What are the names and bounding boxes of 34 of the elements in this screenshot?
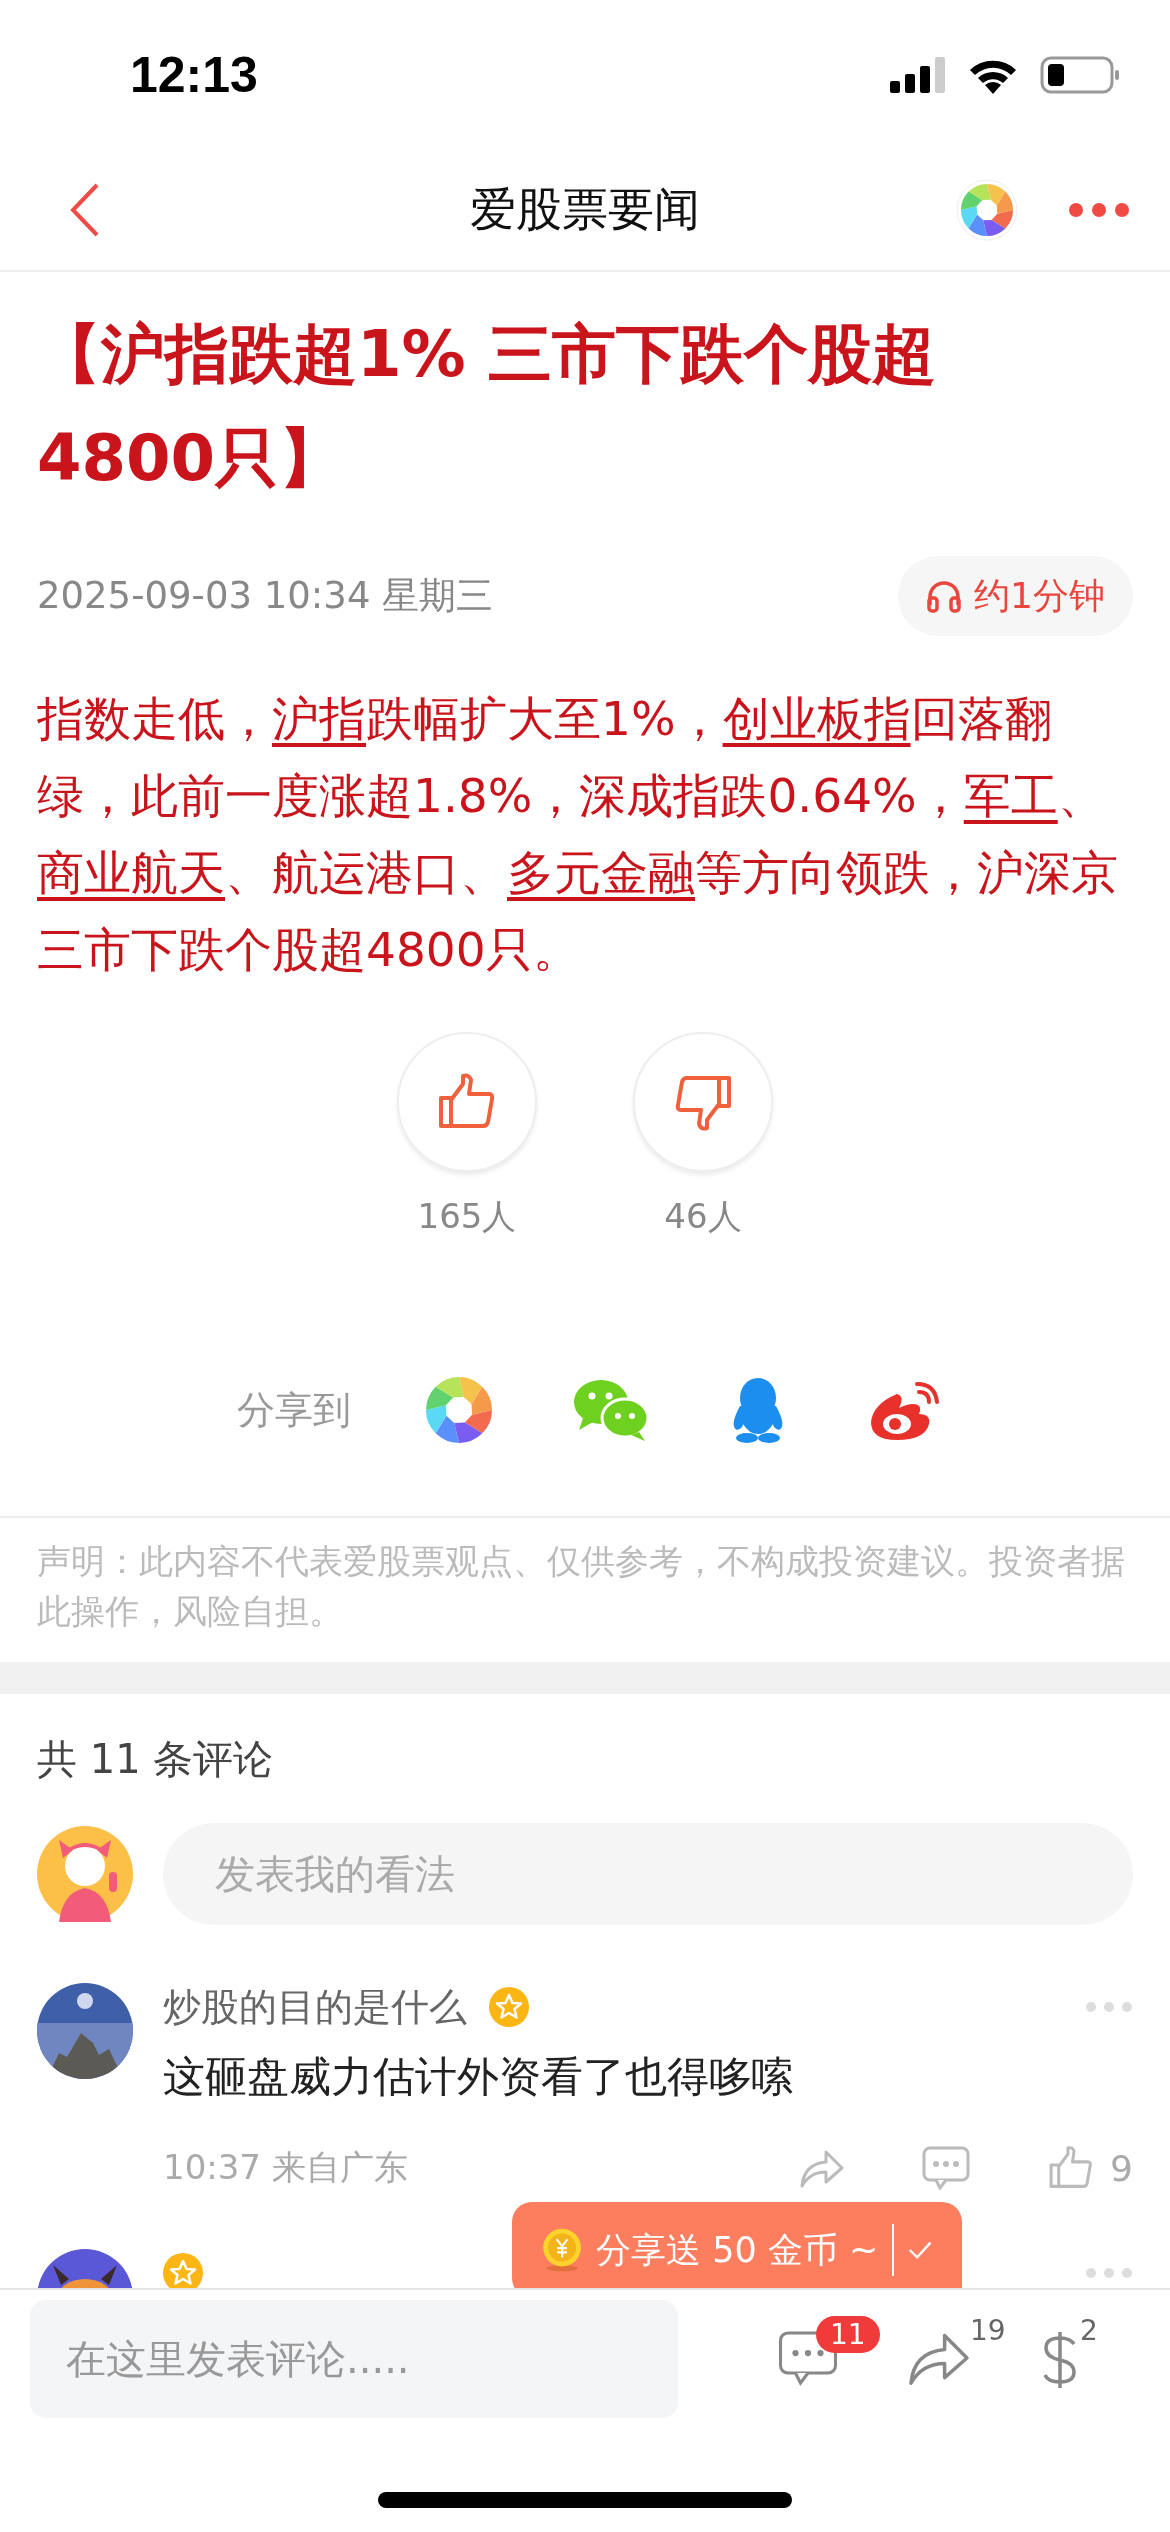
tooltip-text: 分享送 50 金币 ~ <box>596 2228 879 2272</box>
share-arrow-icon[interactable] <box>800 2148 845 2188</box>
headphones-icon <box>926 579 963 613</box>
topic-link[interactable]: 创业板指 <box>722 691 911 746</box>
topic-link[interactable]: 军工 <box>963 768 1058 823</box>
article-body: 指数走低，沪指跌幅扩大至1%，创业板指回落翻绿，此前一度涨超1.8%，深成指跌0.64%，军工、 商业航天、航运港口、多元金融等方向领跌，沪深京三市下跌个股超4800只。 <box>37 690 1119 979</box>
more-icon[interactable] <box>1068 202 1130 218</box>
username[interactable]: 炒股的目的是什么 <box>163 1981 467 2033</box>
back-icon[interactable] <box>70 183 100 237</box>
chat-bubbles-icon[interactable] <box>573 1378 649 1442</box>
comment-meta: 10:37 来自广东 <box>163 2146 408 2189</box>
page-title: 爱股票要闻 <box>470 181 700 238</box>
like-count: 9 <box>1110 2147 1133 2189</box>
headline: 【沪指跌超1% 三市下跌个股超4800只】 <box>37 316 937 497</box>
comment-count-badge: 11 <box>816 2316 880 2353</box>
comment-bubble-icon[interactable] <box>922 2146 971 2190</box>
publish-date: 2025-09-03 10:34 星期三 <box>37 573 494 619</box>
aperture-logo-icon[interactable] <box>956 179 1018 241</box>
reaction-count: 165人 <box>417 1195 517 1238</box>
battery-icon <box>1040 56 1120 94</box>
status-time: 12:13 <box>130 46 258 104</box>
share-count: 19 <box>970 2314 1006 2347</box>
comment-text: 这砸盘威力估计外资看了也得哆嗦 <box>163 2051 794 2103</box>
tip-count: 2 <box>1080 2314 1098 2347</box>
listen-button[interactable]: 约1分钟 <box>898 556 1133 636</box>
reaction-count: 46人 <box>664 1195 742 1238</box>
share-label: 分享到 <box>237 1386 351 1434</box>
thumbs-up-icon[interactable] <box>1048 2145 1095 2191</box>
aperture-share-icon[interactable] <box>425 1376 493 1444</box>
signal-icon <box>890 57 946 93</box>
comment-count-heading: 共 11 条评论 <box>37 1735 275 1784</box>
topic-link[interactable]: 多元金融 <box>507 845 695 900</box>
topic-link[interactable]: 商业航天 <box>37 845 225 900</box>
topic-link[interactable]: 沪指 <box>272 691 366 746</box>
